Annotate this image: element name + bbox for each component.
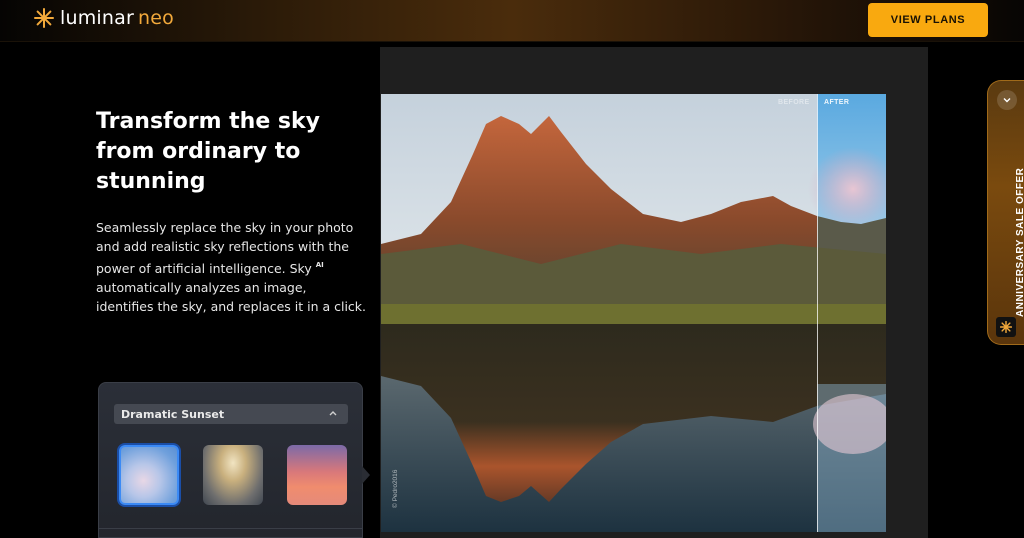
sky-preset-panel: Dramatic Sunset: [98, 382, 363, 538]
ai-superscript: AI: [315, 261, 324, 269]
site-header: luminar neo VIEW PLANS: [0, 0, 1024, 42]
sparkle-icon: [1000, 321, 1012, 333]
luminar-neo-logo[interactable]: luminar neo: [34, 7, 174, 29]
panel-pointer: [362, 466, 370, 484]
offer-sparkle-badge: [996, 317, 1016, 337]
offer-collapse-button[interactable]: [997, 90, 1017, 110]
before-after-slider[interactable]: [817, 94, 818, 532]
hero-headline: Transform the sky from ordinary to stunn…: [96, 109, 320, 194]
hero-description: Seamlessly replace the sky in your photo…: [96, 218, 366, 316]
landscape-illustration: [381, 94, 886, 532]
chevron-up-icon: [329, 411, 337, 416]
description-text-end: automatically analyzes an image, identif…: [96, 280, 366, 314]
sky-thumbnail-blue-clouds[interactable]: [119, 445, 179, 505]
selected-preset-label: Dramatic Sunset: [121, 407, 225, 421]
sky-thumbnail-cloudy[interactable]: [203, 445, 263, 505]
photo-credit: © Pedro2016: [392, 469, 399, 508]
view-plans-button[interactable]: VIEW PLANS: [868, 3, 988, 37]
sky-thumbnail-sunset[interactable]: [287, 445, 347, 505]
offer-label: ANNIVERSARY SALE OFFER: [1015, 167, 1024, 317]
after-label: AFTER: [824, 99, 850, 106]
sparkle-logo-icon: [34, 8, 54, 28]
before-after-photo[interactable]: [381, 94, 886, 532]
logo-product: neo: [138, 7, 174, 29]
anniversary-offer-tab[interactable]: ANNIVERSARY SALE OFFER: [987, 80, 1024, 345]
panel-divider: [99, 528, 362, 529]
sky-preset-dropdown[interactable]: Dramatic Sunset: [114, 404, 348, 424]
before-label: BEFORE: [778, 99, 810, 106]
logo-text: luminar neo: [60, 7, 174, 29]
chevron-down-icon: [1003, 98, 1011, 103]
logo-brand: luminar: [60, 7, 135, 29]
